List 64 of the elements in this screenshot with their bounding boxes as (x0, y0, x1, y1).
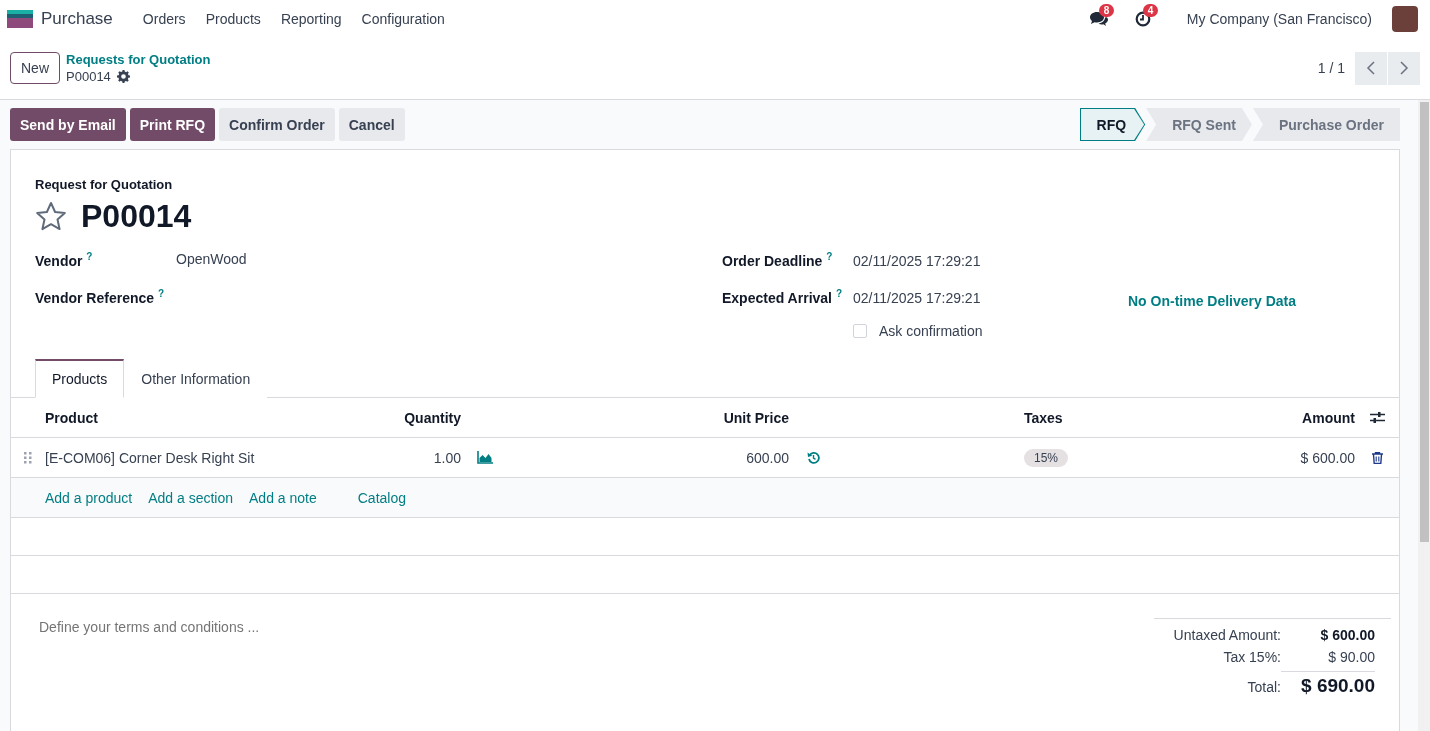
total-label: Tax 15%: (1222, 649, 1281, 665)
menu-item[interactable]: Orders (132, 0, 196, 37)
next-button[interactable] (1388, 51, 1420, 85)
field-label: Order Deadline $^{?}$ (722, 250, 834, 271)
total-value: $ 90.00 (1327, 649, 1375, 665)
total-value: $ 690.00 (1281, 671, 1375, 697)
total-value: $ 600.00 (1319, 627, 1375, 643)
checkbox-label[interactable]: Ask confirmation (879, 323, 983, 339)
menu-item[interactable]: Reporting (270, 0, 352, 37)
notification-badge: 4 (1142, 3, 1159, 17)
terms-field[interactable]: Define your terms and conditions ... (39, 618, 439, 636)
field-value[interactable]: 02/11/2025 17:29:21 (853, 245, 1128, 282)
pager-counter[interactable]: 1 / 1 (1317, 60, 1345, 76)
delivery-info-link[interactable]: No On-time Delivery Data (1128, 292, 1375, 309)
column-settings-icon[interactable] (1369, 411, 1385, 424)
star-icon[interactable] (35, 201, 67, 232)
app-logo-icon[interactable] (7, 9, 33, 28)
total-label: Untaxed Amount: (1172, 627, 1281, 643)
action-button[interactable]: Send by Email (10, 108, 126, 141)
add-line-link[interactable]: Add a section (148, 489, 233, 506)
record-name: P00014 (66, 69, 111, 84)
notification-badge: 8 (1098, 3, 1115, 17)
new-button[interactable]: New (10, 52, 60, 84)
tax-tag: 15% (1024, 448, 1069, 467)
trash-icon[interactable] (1371, 451, 1383, 464)
user-avatar[interactable] (1392, 5, 1418, 32)
activities-button[interactable]: 4 (1128, 4, 1157, 33)
form-subtitle: Request for Quotation (35, 177, 174, 192)
messages-button[interactable]: 8 (1084, 4, 1113, 33)
chevron-right-icon[interactable] (1399, 61, 1409, 75)
column-header[interactable]: Taxes (1024, 398, 1224, 438)
history-icon[interactable] (807, 451, 820, 464)
breadcrumb-link[interactable]: Requests for Quotation (66, 52, 211, 67)
chevron-left-icon[interactable] (1366, 61, 1376, 75)
column-header[interactable]: Product (45, 398, 345, 438)
settings-icon[interactable] (116, 70, 130, 83)
column-header[interactable]: Unit Price (511, 398, 789, 438)
field-value[interactable]: 02/11/2025 17:29:21 (853, 282, 1128, 319)
status-stage[interactable]: RFQ (1079, 108, 1146, 141)
action-button[interactable]: Confirm Order (219, 108, 335, 141)
action-button[interactable]: Print RFQ (129, 108, 216, 141)
status-stage[interactable]: RFQ Sent (1146, 108, 1252, 141)
scrollbar[interactable] (1418, 100, 1430, 731)
drag-handle-icon[interactable] (24, 451, 32, 464)
add-line-link[interactable]: Catalog (357, 489, 406, 506)
field-label: Vendor Reference $^{?}$ (35, 288, 166, 306)
app-name[interactable]: Purchase (41, 8, 113, 29)
add-line-link[interactable]: Add a note (249, 489, 317, 506)
add-line-link[interactable]: Add a product (45, 489, 133, 506)
column-header[interactable]: Quantity (345, 398, 461, 438)
tab[interactable]: Products (35, 359, 125, 398)
column-header[interactable]: Amount (1224, 398, 1355, 438)
status-stage[interactable]: Purchase Order (1252, 108, 1400, 141)
total-label: Total: (1246, 678, 1281, 695)
menu-item[interactable]: Products (195, 0, 271, 37)
area-chart-icon[interactable] (477, 451, 493, 464)
action-button[interactable]: Cancel (338, 108, 405, 141)
menu-item[interactable]: Configuration (351, 0, 455, 37)
checkbox[interactable] (853, 324, 867, 338)
company-switcher[interactable]: My Company (San Francisco) (1180, 9, 1378, 28)
field-label: Vendor $^{?}$ (35, 251, 94, 269)
record-title: P00014 (81, 198, 192, 235)
field-label: Expected Arrival $^{?}$ (722, 287, 843, 308)
field-value[interactable]: OpenWood (176, 251, 722, 267)
